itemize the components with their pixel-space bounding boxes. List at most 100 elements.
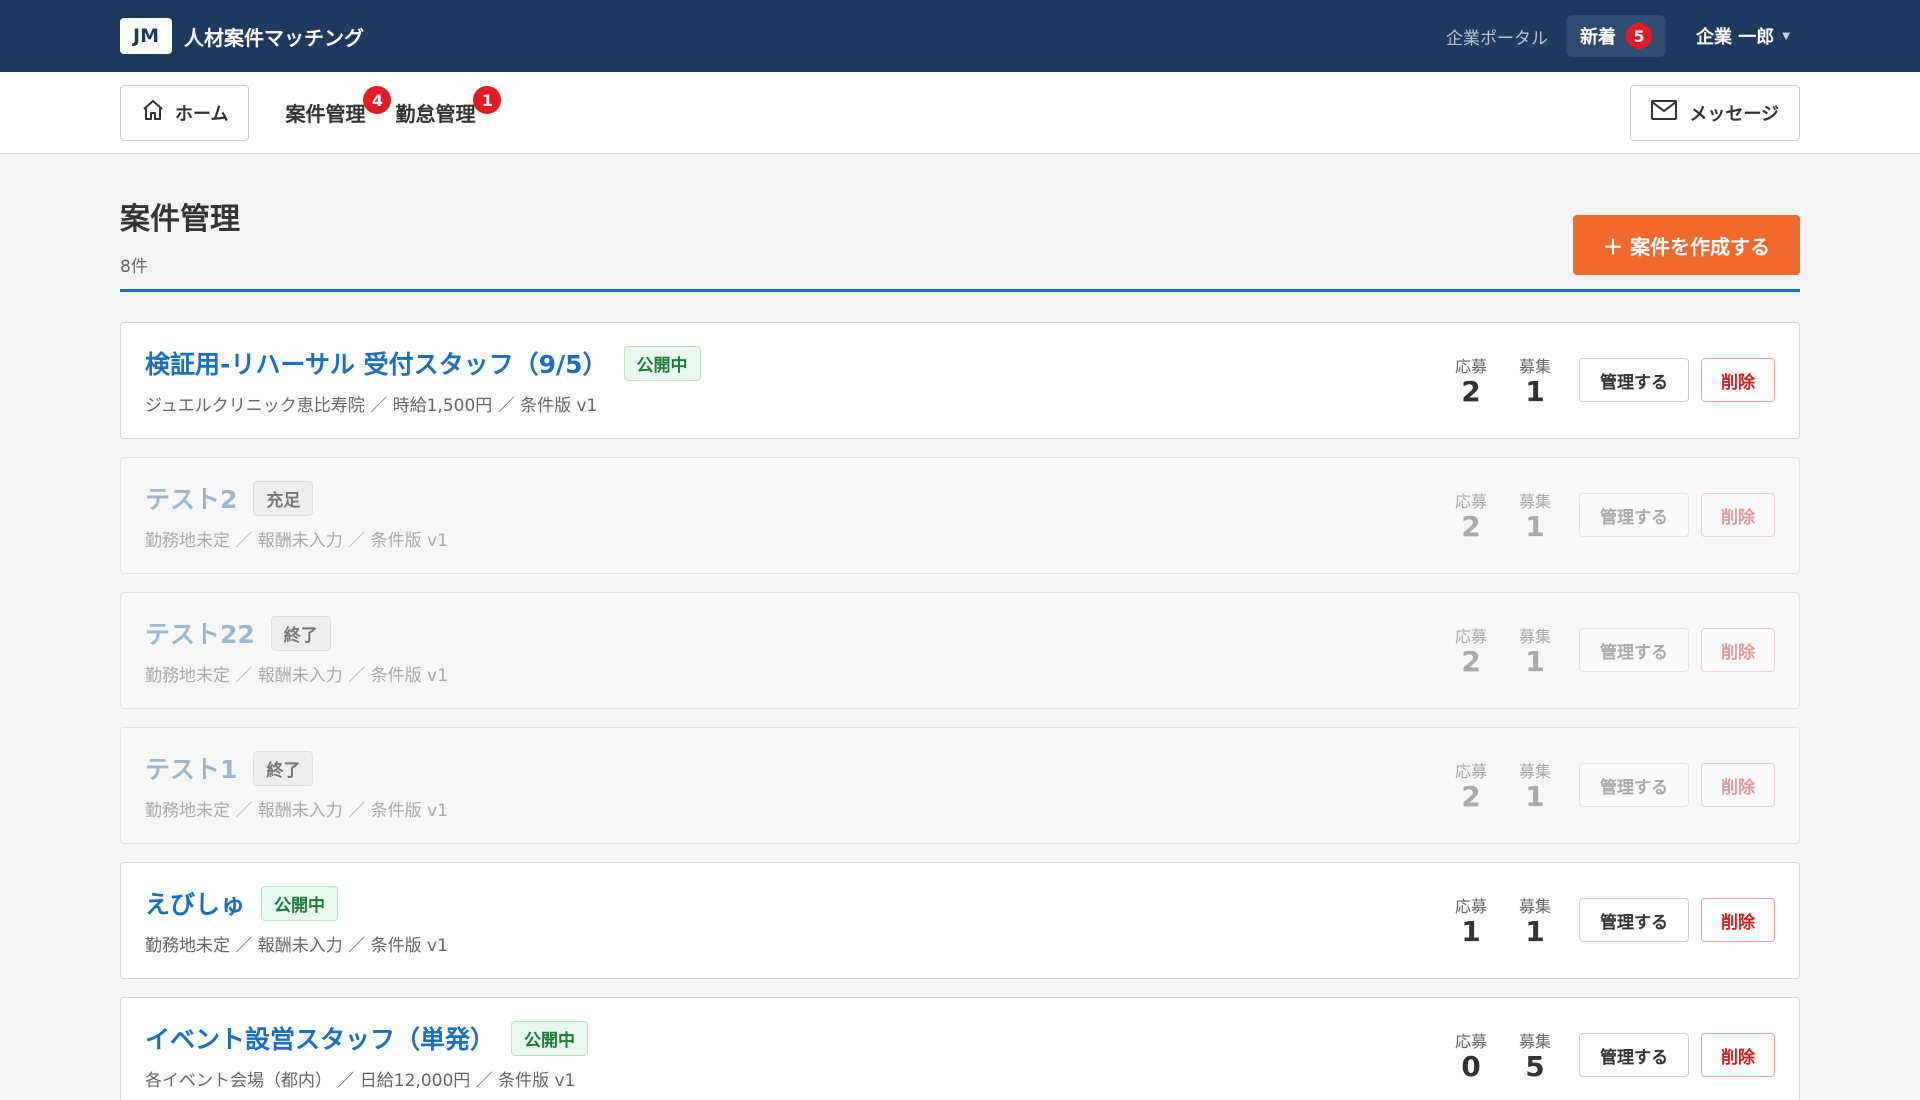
job-title-row: テスト2 充足 (145, 480, 448, 516)
applied-stat: 応募 2 (1451, 623, 1491, 678)
job-actions: 応募 0 募集 5 管理する 削除 (1451, 1028, 1775, 1083)
recruiting-stat: 募集 1 (1515, 893, 1555, 948)
job-card: 検証用-リハーサル 受付スタッフ（9/5） 公開中 ジュエルクリニック恵比寿院 … (120, 322, 1800, 439)
status-badge: 公開中 (511, 1020, 589, 1056)
nav-jobs-badge: 4 (363, 86, 392, 114)
applied-label: 応募 (1454, 1032, 1487, 1052)
job-actions: 応募 1 募集 1 管理する 削除 (1451, 893, 1775, 948)
home-button[interactable]: ホーム (120, 84, 250, 141)
page-title: 案件管理 (120, 202, 240, 237)
create-job-button[interactable]: ＋ 案件を作成する (1573, 215, 1800, 275)
job-info: イベント設営スタッフ（単発） 公開中 各イベント会場（都内） ／ 日給12,00… (145, 1020, 589, 1091)
recruiting-label: 募集 (1518, 627, 1551, 647)
recruiting-count: 1 (1525, 780, 1545, 814)
home-label: ホーム (175, 103, 229, 125)
main-content: 案件管理 8件 ＋ 案件を作成する 検証用-リハーサル 受付スタッフ（9/5） … (0, 154, 1920, 1100)
mail-icon (1651, 100, 1678, 125)
job-card: テスト22 終了 勤務地未定 ／ 報酬未入力 ／ 条件版 v1 応募 2 募集 … (120, 592, 1800, 709)
delete-button[interactable]: 削除 (1701, 1033, 1775, 1078)
applied-count: 2 (1461, 780, 1481, 814)
recruiting-label: 募集 (1518, 1032, 1551, 1052)
nav-left: ホーム 案件管理 4 勤怠管理 1 (120, 84, 502, 141)
home-icon (141, 98, 165, 127)
manage-button[interactable]: 管理する (1579, 763, 1689, 808)
applied-label: 応募 (1454, 627, 1487, 647)
job-meta: 勤務地未定 ／ 報酬未入力 ／ 条件版 v1 (145, 801, 448, 821)
job-title-row: テスト1 終了 (145, 750, 448, 786)
nav-links: 案件管理 4 勤怠管理 1 (285, 86, 502, 127)
applied-stat: 応募 2 (1451, 758, 1491, 813)
job-info: えびしゅ 公開中 勤務地未定 ／ 報酬未入力 ／ 条件版 v1 (145, 885, 448, 956)
recruiting-count: 1 (1525, 510, 1545, 544)
applied-label: 応募 (1454, 357, 1487, 377)
job-info: テスト2 充足 勤務地未定 ／ 報酬未入力 ／ 条件版 v1 (145, 480, 448, 551)
status-badge: 充足 (253, 480, 314, 516)
job-list: 検証用-リハーサル 受付スタッフ（9/5） 公開中 ジュエルクリニック恵比寿院 … (120, 322, 1800, 1100)
manage-button[interactable]: 管理する (1579, 628, 1689, 673)
applied-stat: 応募 1 (1451, 893, 1491, 948)
delete-button[interactable]: 削除 (1701, 358, 1775, 403)
recruiting-stat: 募集 1 (1515, 488, 1555, 543)
applied-stat: 応募 2 (1451, 488, 1491, 543)
delete-button[interactable]: 削除 (1701, 763, 1775, 808)
nav-attendance-badge: 1 (473, 86, 502, 114)
manage-button[interactable]: 管理する (1579, 898, 1689, 943)
recruiting-stat: 募集 1 (1515, 758, 1555, 813)
job-title-link[interactable]: テスト22 (145, 615, 255, 651)
recruiting-label: 募集 (1518, 762, 1551, 782)
recruiting-stat: 募集 5 (1515, 1028, 1555, 1083)
chevron-down-icon: ▼ (1782, 30, 1790, 42)
job-actions: 応募 2 募集 1 管理する 削除 (1451, 353, 1775, 408)
applied-count: 1 (1461, 915, 1481, 949)
delete-button[interactable]: 削除 (1701, 898, 1775, 943)
job-card: イベント設営スタッフ（単発） 公開中 各イベント会場（都内） ／ 日給12,00… (120, 997, 1800, 1100)
delete-button[interactable]: 削除 (1701, 628, 1775, 673)
app-logo: JM (120, 18, 172, 54)
applied-label: 応募 (1454, 762, 1487, 782)
job-card: テスト2 充足 勤務地未定 ／ 報酬未入力 ／ 条件版 v1 応募 2 募集 1… (120, 457, 1800, 574)
applied-label: 応募 (1454, 897, 1487, 917)
notifications-count-badge: 5 (1626, 23, 1653, 49)
brand[interactable]: JM 人材案件マッチング (120, 18, 364, 54)
recruiting-label: 募集 (1518, 492, 1551, 512)
job-title-link[interactable]: イベント設営スタッフ（単発） (145, 1020, 495, 1056)
job-card: テスト1 終了 勤務地未定 ／ 報酬未入力 ／ 条件版 v1 応募 2 募集 1… (120, 727, 1800, 844)
job-info: 検証用-リハーサル 受付スタッフ（9/5） 公開中 ジュエルクリニック恵比寿院 … (145, 345, 701, 416)
job-title-row: 検証用-リハーサル 受付スタッフ（9/5） 公開中 (145, 345, 701, 381)
job-meta: 勤務地未定 ／ 報酬未入力 ／ 条件版 v1 (145, 936, 448, 956)
applied-count: 2 (1461, 645, 1481, 679)
job-title-row: テスト22 終了 (145, 615, 448, 651)
nav-jobs-label: 案件管理 (285, 102, 366, 126)
portal-label: 企業ポータル (1446, 28, 1549, 49)
manage-button[interactable]: 管理する (1579, 358, 1689, 403)
messages-button[interactable]: メッセージ (1630, 84, 1800, 141)
job-title-link[interactable]: テスト1 (145, 750, 237, 786)
recruiting-stat: 募集 1 (1515, 353, 1555, 408)
top-header: JM 人材案件マッチング 企業ポータル 新着 5 企業 一郎 ▼ (0, 0, 1920, 72)
applied-stat: 応募 2 (1451, 353, 1491, 408)
applied-count: 2 (1461, 375, 1481, 409)
job-count: 8件 (120, 257, 148, 277)
status-badge: 公開中 (623, 345, 701, 381)
job-card: えびしゅ 公開中 勤務地未定 ／ 報酬未入力 ／ 条件版 v1 応募 1 募集 … (120, 862, 1800, 979)
header-right: 企業ポータル 新着 5 企業 一郎 ▼ (1446, 15, 1800, 57)
job-title-row: えびしゅ 公開中 (145, 885, 448, 921)
page-header: 案件管理 8件 ＋ 案件を作成する (120, 154, 1800, 292)
job-title-link[interactable]: えびしゅ (145, 885, 245, 921)
job-title-link[interactable]: 検証用-リハーサル 受付スタッフ（9/5） (145, 345, 608, 381)
job-info: テスト1 終了 勤務地未定 ／ 報酬未入力 ／ 条件版 v1 (145, 750, 448, 821)
manage-button[interactable]: 管理する (1579, 1033, 1689, 1078)
nav-attendance[interactable]: 勤怠管理 1 (395, 86, 502, 127)
user-name: 企業 一郎 (1696, 27, 1775, 48)
job-actions: 応募 2 募集 1 管理する 削除 (1451, 758, 1775, 813)
messages-label: メッセージ (1689, 103, 1779, 125)
job-title-link[interactable]: テスト2 (145, 480, 237, 516)
notifications-button[interactable]: 新着 5 (1566, 15, 1667, 57)
nav-jobs[interactable]: 案件管理 4 (285, 86, 392, 127)
app-name: 人材案件マッチング (184, 25, 364, 50)
user-menu[interactable]: 企業 一郎 ▼ (1696, 23, 1790, 49)
job-meta: 各イベント会場（都内） ／ 日給12,000円 ／ 条件版 v1 (145, 1071, 576, 1091)
manage-button[interactable]: 管理する (1579, 493, 1689, 538)
delete-button[interactable]: 削除 (1701, 493, 1775, 538)
status-badge: 公開中 (261, 885, 339, 921)
